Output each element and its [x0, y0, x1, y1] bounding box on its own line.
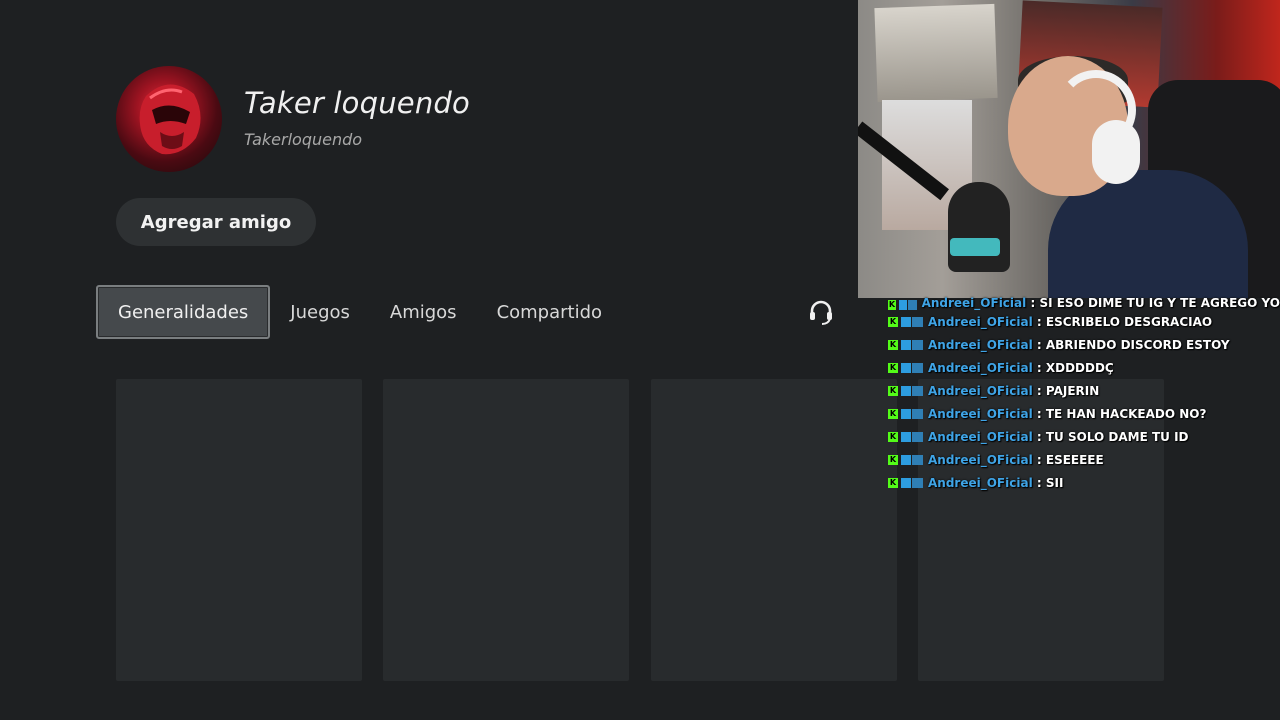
subscriber-badge-icon: [912, 454, 923, 465]
kick-badge-icon: K: [888, 431, 898, 442]
verified-badge-icon: [901, 339, 911, 350]
profile-avatar: [116, 66, 222, 172]
chat-separator: :: [1036, 383, 1042, 398]
chat-username: Andreei_OFicial: [928, 475, 1033, 490]
chat-username: Andreei_OFicial: [921, 296, 1027, 310]
chat-username: Andreei_OFicial: [928, 429, 1033, 444]
chat-text: ABRIENDO DISCORD ESTOY: [1045, 337, 1230, 352]
chat-message: K Andreei_OFicial : PAJERIN: [888, 379, 1280, 402]
chat-separator: :: [1036, 314, 1042, 329]
chat-text: PAJERIN: [1045, 383, 1100, 398]
kick-badge-icon: K: [888, 362, 898, 373]
overview-card[interactable]: [116, 379, 362, 681]
kick-badge-icon: K: [888, 300, 896, 310]
tab-juegos[interactable]: Juegos: [270, 285, 370, 339]
chat-username: Andreei_OFicial: [928, 360, 1033, 375]
subscriber-badge-icon: [912, 385, 923, 396]
subscriber-badge-icon: [907, 300, 917, 310]
tab-amigos[interactable]: Amigos: [370, 285, 477, 339]
subscriber-badge-icon: [912, 477, 923, 488]
subscriber-badge-icon: [912, 431, 923, 442]
chat-text: TU SOLO DAME TU ID: [1045, 429, 1189, 444]
chat-username: Andreei_OFicial: [928, 452, 1033, 467]
verified-badge-icon: [901, 316, 911, 327]
chat-text: SII: [1045, 475, 1064, 490]
verified-badge-icon: [901, 385, 911, 396]
kick-badge-icon: K: [888, 408, 898, 419]
profile-online-id: Takerloquendo: [244, 130, 363, 149]
tab-compartido[interactable]: Compartido: [477, 285, 622, 339]
chat-username: Andreei_OFicial: [928, 314, 1033, 329]
chat-separator: :: [1030, 296, 1036, 310]
chat-message: K Andreei_OFicial : SII: [888, 471, 1280, 494]
chat-message: K Andreei_OFicial : ABRIENDO DISCORD ESTO…: [888, 333, 1280, 356]
overview-card[interactable]: [651, 379, 897, 681]
chat-separator: :: [1036, 452, 1042, 467]
profile-tabs: Generalidades Juegos Amigos Compartido: [96, 285, 622, 339]
profile-display-name: Taker loquendo: [244, 86, 470, 120]
chat-username: Andreei_OFicial: [928, 383, 1033, 398]
helmet-avatar-image: [139, 84, 201, 155]
kick-badge-icon: K: [888, 339, 898, 350]
chat-message: K Andreei_OFicial : ESCRIBELO DESGRACIAO: [888, 310, 1280, 333]
kick-badge-icon: K: [888, 316, 898, 327]
chat-message: K Andreei_OFicial : TE HAN HACKEADO NO?: [888, 402, 1280, 425]
chat-text: SI ESO DIME TU IG Y TE AGREGO YO: [1039, 296, 1280, 310]
chat-message: K Andreei_OFicial : TU SOLO DAME TU ID: [888, 425, 1280, 448]
verified-badge-icon: [901, 362, 911, 373]
chat-message: K Andreei_OFicial : ESEEEEE: [888, 448, 1280, 471]
chat-text: XDDDDDÇ: [1045, 360, 1114, 375]
stream-chat-overlay: K Andreei_OFicial : SI ESO DIME TU IG Y T…: [888, 293, 1280, 494]
kick-badge-icon: K: [888, 385, 898, 396]
tab-generalidades[interactable]: Generalidades: [96, 285, 271, 339]
chat-separator: :: [1036, 337, 1042, 352]
chat-separator: :: [1036, 429, 1042, 444]
chat-separator: :: [1036, 406, 1042, 421]
headset-icon[interactable]: [806, 297, 836, 327]
chat-username: Andreei_OFicial: [928, 337, 1033, 352]
overview-card[interactable]: [383, 379, 629, 681]
subscriber-badge-icon: [912, 316, 923, 327]
chat-message: K Andreei_OFicial : XDDDDDÇ: [888, 356, 1280, 379]
chat-message: K Andreei_OFicial : SI ESO DIME TU IG Y T…: [888, 293, 1280, 310]
verified-badge-icon: [901, 408, 911, 419]
verified-badge-icon: [901, 454, 911, 465]
chat-text: TE HAN HACKEADO NO?: [1045, 406, 1207, 421]
chat-username: Andreei_OFicial: [928, 406, 1033, 421]
chat-text: ESEEEEE: [1045, 452, 1104, 467]
chat-separator: :: [1036, 475, 1042, 490]
add-friend-button[interactable]: Agregar amigo: [116, 198, 316, 246]
subscriber-badge-icon: [912, 408, 923, 419]
verified-badge-icon: [898, 300, 907, 310]
webcam-overlay: [858, 0, 1280, 298]
verified-badge-icon: [901, 477, 911, 488]
subscriber-badge-icon: [912, 362, 923, 373]
chat-text: ESCRIBELO DESGRACIAO: [1045, 314, 1213, 329]
subscriber-badge-icon: [912, 339, 923, 350]
kick-badge-icon: K: [888, 454, 898, 465]
kick-badge-icon: K: [888, 477, 898, 488]
chat-separator: :: [1036, 360, 1042, 375]
verified-badge-icon: [901, 431, 911, 442]
